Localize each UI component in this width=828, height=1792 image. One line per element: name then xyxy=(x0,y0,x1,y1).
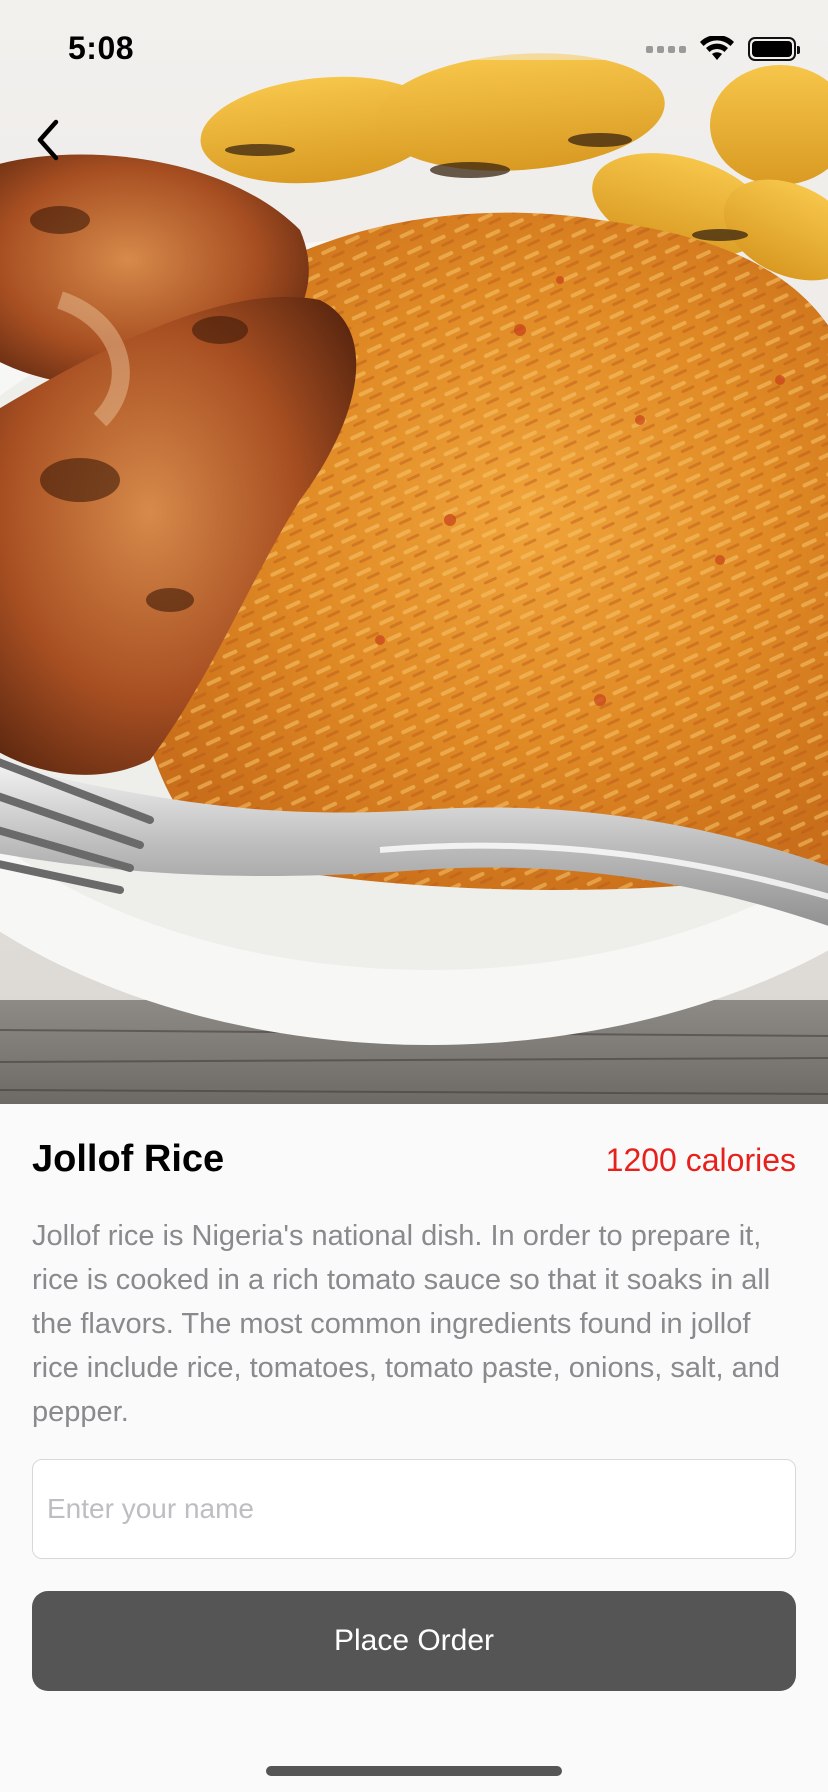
title-row: Jollof Rice 1200 calories xyxy=(32,1138,796,1181)
signal-icon xyxy=(646,45,686,53)
jollof-rice-illustration xyxy=(0,0,828,1104)
wifi-icon xyxy=(700,36,734,60)
chevron-left-icon xyxy=(37,119,59,161)
hero-food-image xyxy=(0,0,828,1104)
status-icons xyxy=(646,36,800,62)
status-time: 5:08 xyxy=(68,30,135,66)
dish-description: Jollof rice is Nigeria's national dish. … xyxy=(32,1220,780,1428)
dish-title: Jollof Rice xyxy=(32,1138,225,1180)
calories-label: 1200 calories xyxy=(605,1142,796,1178)
back-button[interactable] xyxy=(20,112,76,168)
name-input[interactable] xyxy=(32,1459,796,1559)
place-order-button[interactable]: Place Order xyxy=(32,1591,796,1691)
status-bar: 5:08 xyxy=(0,0,828,100)
home-indicator[interactable] xyxy=(266,1766,562,1776)
battery-icon xyxy=(748,37,800,61)
